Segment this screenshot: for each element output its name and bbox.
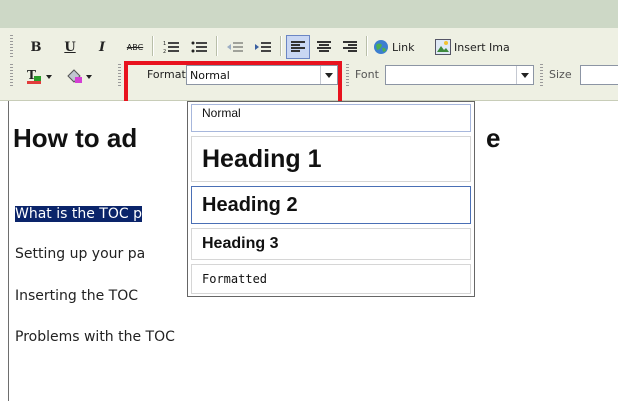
format-option-label: Heading 3 (202, 235, 279, 252)
underline-label: U (64, 39, 76, 55)
format-option-label: Heading 1 (202, 144, 322, 173)
text-color-button[interactable]: T (22, 64, 60, 88)
paragraph[interactable]: Inserting the TOC (15, 288, 138, 304)
format-option-label: Normal (202, 106, 241, 120)
strikethrough-button[interactable]: ABC (120, 35, 150, 59)
insert-image-button[interactable]: Insert Ima (434, 35, 618, 59)
format-dropdown-list: Normal Heading 1 Heading 2 Heading 3 For… (187, 101, 475, 297)
bullet-list-icon (191, 41, 207, 53)
svg-text:2: 2 (163, 49, 166, 54)
align-left-button[interactable] (286, 35, 310, 59)
numbered-list-button[interactable]: 1 2 (158, 35, 184, 59)
svg-text:1: 1 (163, 41, 166, 47)
align-right-icon (343, 41, 357, 52)
document-heading-text: How to ad (13, 123, 138, 153)
font-combo-arrow[interactable] (516, 66, 533, 84)
chevron-down-icon (521, 72, 529, 78)
text-color-icon: T (27, 68, 52, 84)
underline-button[interactable]: U (58, 35, 82, 59)
paragraph-selected[interactable]: What is the TOC p (15, 206, 142, 222)
format-option-formatted[interactable]: Formatted (191, 264, 471, 294)
format-option-heading-2[interactable]: Heading 2 (191, 186, 471, 224)
align-center-button[interactable] (312, 35, 336, 59)
toolbar-grip-row1[interactable] (10, 35, 13, 57)
align-right-button[interactable] (338, 35, 362, 59)
link-label: Link (392, 40, 415, 54)
image-icon (435, 39, 451, 55)
link-button[interactable]: Link (372, 35, 432, 59)
paint-bucket-icon (67, 69, 92, 83)
toolbar-separator (216, 36, 217, 56)
bold-button[interactable]: B (24, 35, 48, 59)
toolbar-separator (280, 36, 281, 56)
toolbar-grip-size[interactable] (540, 64, 543, 86)
font-label: Font (355, 68, 379, 81)
align-left-icon (291, 41, 305, 52)
format-option-label: Heading 2 (202, 193, 298, 216)
strikethrough-label: ABC (126, 42, 144, 52)
document-heading-tail: e (486, 123, 501, 153)
paragraph[interactable]: Setting up your pa (15, 246, 145, 262)
background-color-button[interactable] (62, 64, 100, 88)
outdent-icon (227, 42, 243, 52)
numbered-list-icon: 1 2 (163, 41, 179, 54)
toolbar-grip-font[interactable] (346, 64, 349, 86)
bullet-list-button[interactable] (186, 35, 212, 59)
font-combo[interactable] (385, 65, 534, 85)
document-heading: How to ad (13, 123, 137, 154)
format-option-heading-1[interactable]: Heading 1 (191, 136, 471, 182)
toolbar-grip-format[interactable] (118, 64, 121, 86)
paragraph[interactable]: Problems with the TOC (15, 329, 175, 345)
format-option-heading-3[interactable]: Heading 3 (191, 228, 471, 260)
window-top-strip (0, 0, 618, 28)
selected-text: What is the TOC p (15, 206, 142, 222)
format-option-normal[interactable]: Normal (191, 104, 471, 132)
globe-link-icon (374, 40, 388, 54)
toolbar-grip-row2[interactable] (10, 64, 13, 86)
format-option-label: Formatted (202, 272, 268, 286)
size-combo[interactable] (580, 65, 618, 85)
insert-image-label: Insert Ima (454, 40, 510, 54)
italic-button[interactable]: I (90, 35, 114, 59)
indent-icon (255, 42, 271, 52)
bold-label: B (30, 39, 42, 55)
toolbar-separator (366, 36, 367, 56)
indent-button[interactable] (250, 35, 276, 59)
outdent-button[interactable] (222, 35, 248, 59)
italic-label: I (98, 39, 106, 55)
align-center-icon (317, 41, 331, 52)
toolbar-separator (152, 36, 153, 56)
size-label: Size (549, 68, 572, 81)
